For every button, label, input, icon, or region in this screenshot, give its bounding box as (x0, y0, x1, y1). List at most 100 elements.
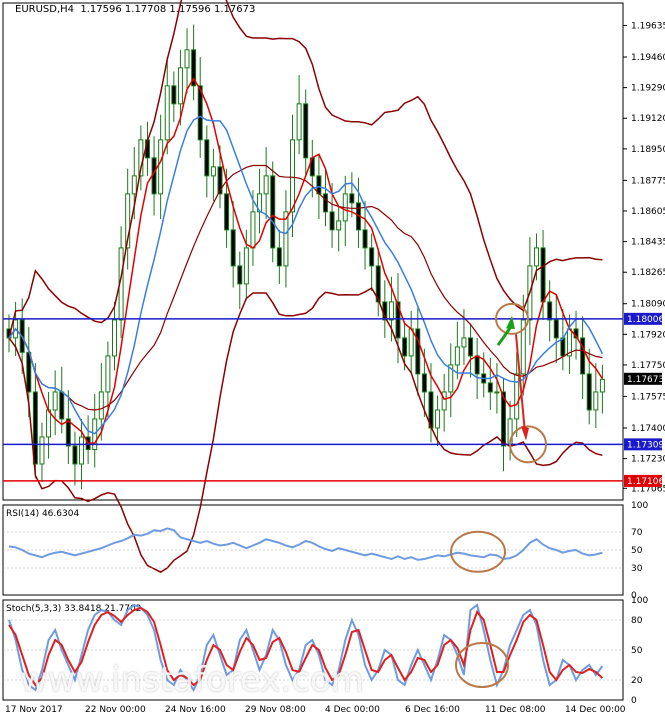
candle-body (303, 103, 309, 159)
candle-body (296, 103, 302, 141)
price-marker-label: 1.17673 (627, 375, 664, 385)
y-tick-label: 1.19120 (631, 114, 665, 124)
candle-body (415, 328, 421, 375)
candle-body (237, 265, 243, 285)
x-tick-label: 6 Dec 16:00 (405, 705, 460, 715)
y-tick-label: 1.18775 (631, 176, 665, 186)
candle-body (461, 337, 467, 348)
candle-body (59, 391, 65, 420)
rsi-title: RSI(14) 46.6304 (6, 509, 79, 519)
x-tick-label: 11 Dec 08:00 (485, 705, 546, 715)
candle-body (111, 319, 117, 357)
chart-title: EURUSD,H4 1.17596 1.17708 1.17596 1.1767… (15, 4, 256, 15)
rsi-tick-label: 100 (631, 501, 648, 511)
candle-body (177, 67, 183, 105)
y-tick-label: 1.18950 (631, 145, 665, 155)
candle-body (599, 378, 605, 393)
stoch-title: Stoch(5,3,3) 33.8418 21.7702 (6, 604, 141, 614)
level-label: 1.17309 (627, 440, 664, 450)
candle-body (184, 49, 190, 69)
rsi-tick-label: 50 (631, 546, 643, 556)
stoch-tick-label: 50 (631, 646, 643, 656)
y-tick-label: 1.19290 (631, 84, 665, 94)
candle-body (243, 247, 249, 285)
candle-body (158, 139, 164, 195)
candle-body (105, 355, 111, 393)
candle-body (454, 346, 460, 366)
candle-body (487, 382, 493, 393)
candle-body (336, 220, 342, 231)
candle-body (441, 391, 447, 411)
x-tick-label: 4 Dec 00:00 (325, 705, 380, 715)
rsi-tick-label: 30 (631, 564, 643, 574)
candle-body (421, 373, 427, 393)
candle-body (547, 301, 553, 321)
candle-body (474, 355, 480, 375)
y-tick-label: 1.17750 (631, 361, 665, 371)
rsi-tick-label: 70 (631, 528, 643, 538)
candle-body (593, 391, 599, 411)
candle-body (329, 211, 335, 231)
candle-body (402, 337, 408, 357)
level-label: 1.17106 (627, 477, 664, 487)
candle-body (26, 351, 32, 393)
candle-body (39, 436, 45, 465)
candle-body (131, 175, 137, 195)
y-tick-label: 1.18265 (631, 268, 665, 278)
candle-body (52, 391, 58, 411)
candle-body (263, 175, 269, 195)
candle-body (72, 445, 78, 465)
stoch-tick-label: 100 (631, 596, 648, 606)
candle-body (79, 436, 85, 465)
candle-body (540, 247, 546, 303)
y-tick-label: 1.18605 (631, 207, 665, 217)
candle-body (560, 337, 566, 357)
candle-body (435, 409, 441, 429)
candle-body (468, 337, 474, 357)
candle-body (494, 391, 500, 394)
chart-svg: 1.19635 1.19460 1.19290 1.19120 1.18950 1.187… (2, 0, 665, 715)
x-tick-label: 22 Nov 00:00 (85, 705, 146, 715)
candle-body (586, 373, 592, 411)
y-tick-label: 1.19460 (631, 53, 665, 63)
y-tick-label: 1.18090 (631, 300, 665, 310)
candle-body (276, 247, 282, 267)
stoch-tick-label: 20 (631, 676, 643, 686)
candle-body (250, 211, 256, 249)
candle-body (270, 175, 276, 249)
candle-body (283, 211, 289, 267)
x-tick-label: 17 Nov 2017 (5, 705, 63, 715)
y-tick-label: 1.19635 (631, 22, 665, 32)
candle-body (362, 229, 368, 249)
stoch-tick-label: 0 (631, 696, 637, 706)
candle-body (164, 85, 170, 141)
candle-body (224, 193, 230, 231)
watermark: www.instaforex.com (20, 660, 364, 700)
candle-body (553, 319, 559, 339)
x-tick-label: 24 Nov 16:00 (165, 705, 226, 715)
candle-body (369, 247, 375, 267)
candle-body (388, 301, 394, 321)
candle-body (98, 391, 104, 420)
y-tick-label: 1.17575 (631, 392, 665, 402)
candle-body (349, 193, 355, 204)
y-tick-label: 1.17920 (631, 330, 665, 340)
candle-body (204, 139, 210, 177)
y-tick-label: 1.17400 (631, 424, 665, 434)
candle-body (46, 409, 52, 438)
y-tick-label: 1.17230 (631, 455, 665, 465)
y-tick-label: 1.18435 (631, 238, 665, 248)
candle-body (322, 193, 328, 213)
candle-body (230, 229, 236, 267)
x-tick-label: 29 Nov 08:00 (245, 705, 306, 715)
chart-window: 1.19635 1.19460 1.19290 1.19120 1.18950 1.187… (0, 0, 665, 716)
candle-body (171, 85, 177, 105)
candle-body (210, 166, 216, 177)
level-label: 1.18006 (627, 315, 664, 325)
candle-body (408, 328, 414, 357)
candle-body (533, 247, 539, 267)
candle-body (514, 373, 520, 420)
stoch-tick-label: 80 (631, 616, 643, 626)
candle-body (65, 418, 71, 447)
x-tick-label: 14 Dec 00:00 (565, 705, 626, 715)
